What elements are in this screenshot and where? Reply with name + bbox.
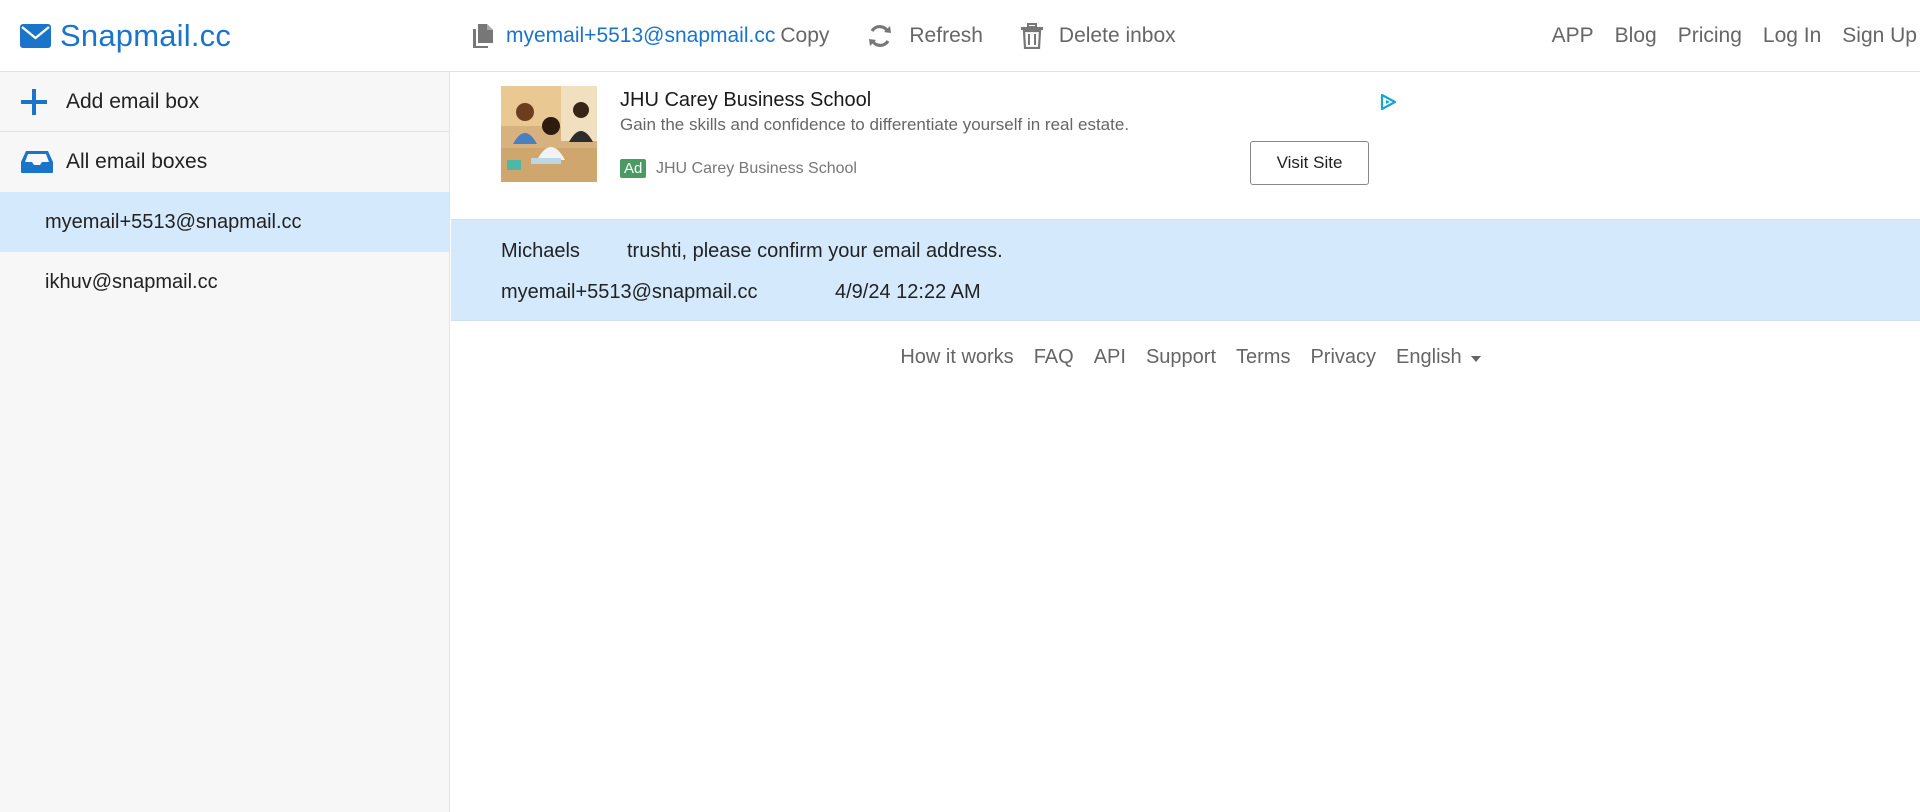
ad-source[interactable]: JHU Carey Business School (656, 160, 857, 178)
email-date: 4/9/24 12:22 AM (835, 281, 981, 303)
footer-how-it-works[interactable]: How it works (900, 346, 1013, 369)
nav-pricing[interactable]: Pricing (1678, 24, 1742, 48)
email-recipient: myemail+5513@snapmail.cc (501, 281, 758, 303)
ad-image[interactable] (501, 86, 597, 182)
footer-faq[interactable]: FAQ (1034, 346, 1074, 369)
copy-email-button[interactable]: myemail+5513@snapmail.cc Copy (472, 23, 829, 49)
footer-privacy[interactable]: Privacy (1310, 346, 1376, 369)
language-selector[interactable]: English (1396, 346, 1481, 369)
email-subject: trushti, please confirm your email addre… (627, 240, 1003, 262)
main-content: JHU Carey Business School Gain the skill… (451, 72, 1920, 812)
logo-link[interactable]: Snapmail.cc (20, 16, 231, 56)
footer-api[interactable]: API (1094, 346, 1126, 369)
delete-inbox-button[interactable]: Delete inbox (1020, 23, 1176, 49)
footer: How it works FAQ API Support Terms Priva… (451, 346, 1920, 369)
ad-badge: Ad (620, 159, 647, 178)
sidebar: Add email box All email boxes myemail+55… (0, 72, 450, 812)
ad-banner[interactable]: JHU Carey Business School Gain the skill… (501, 86, 1401, 196)
nav-signup[interactable]: Sign Up (1842, 24, 1917, 48)
envelope-icon (20, 24, 51, 48)
nav-login[interactable]: Log In (1763, 24, 1821, 48)
top-nav: APP Blog Pricing Log In Sign Up (1531, 20, 1917, 52)
inbox-toolbar: myemail+5513@snapmail.cc Copy Refresh De… (472, 20, 1176, 52)
sidebar-item-email-box[interactable]: ikhuv@snapmail.cc (0, 252, 449, 312)
ad-choices-icon[interactable] (1378, 92, 1398, 112)
refresh-button[interactable]: Refresh (867, 23, 983, 49)
footer-support[interactable]: Support (1146, 346, 1216, 369)
sidebar-item-email-box[interactable]: myemail+5513@snapmail.cc (0, 192, 449, 252)
all-email-boxes-item[interactable]: All email boxes (0, 132, 449, 192)
email-list-item[interactable]: Michaels trushti, please confirm your em… (451, 219, 1920, 321)
ad-title[interactable]: JHU Carey Business School (620, 89, 871, 112)
add-email-box-label: Add email box (66, 89, 200, 113)
top-header: Snapmail.cc myemail+5513@snapmail.cc Cop… (0, 0, 1920, 72)
all-email-boxes-label: All email boxes (66, 150, 208, 173)
email-sender: Michaels (501, 240, 580, 262)
visit-site-button[interactable]: Visit Site (1250, 141, 1369, 185)
footer-terms[interactable]: Terms (1236, 346, 1290, 369)
inbox-icon (21, 151, 53, 173)
delete-inbox-label: Delete inbox (1058, 24, 1176, 47)
ad-description: Gain the skills and confidence to differ… (620, 115, 1130, 134)
refresh-label: Refresh (909, 24, 983, 47)
plus-icon (21, 88, 47, 115)
add-email-box-button[interactable]: Add email box (0, 72, 449, 132)
language-label: English (1396, 346, 1462, 368)
trash-icon (1020, 23, 1043, 49)
nav-app[interactable]: APP (1552, 24, 1594, 48)
refresh-icon (869, 25, 892, 47)
caret-down-icon (1470, 355, 1481, 362)
logo-text: Snapmail.cc (60, 18, 232, 53)
email-box-address: ikhuv@snapmail.cc (45, 270, 218, 293)
email-box-address: myemail+5513@snapmail.cc (45, 210, 302, 233)
copy-icon (473, 24, 493, 48)
nav-blog[interactable]: Blog (1615, 24, 1657, 48)
copy-label: Copy (780, 24, 830, 47)
current-email-address[interactable]: myemail+5513@snapmail.cc (506, 24, 775, 48)
